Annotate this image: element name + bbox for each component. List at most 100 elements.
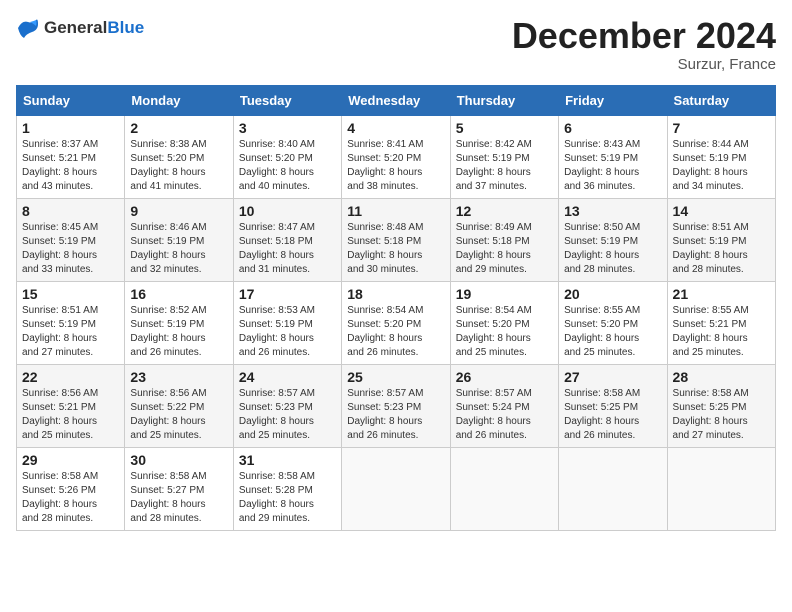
day-cell: 19Sunrise: 8:54 AM Sunset: 5:20 PM Dayli…	[450, 281, 558, 364]
day-cell: 7 Sunrise: 8:44 AM Sunset: 5:19 PM Daylig…	[667, 115, 775, 198]
day-detail: Sunrise: 8:42 AM Sunset: 5:19 PM Dayligh…	[456, 138, 553, 194]
day-detail: Sunrise: 8:56 AM Sunset: 5:21 PM Dayligh…	[22, 387, 119, 443]
day-number: 24	[239, 369, 336, 385]
calendar-week-row: 22Sunrise: 8:56 AM Sunset: 5:21 PM Dayli…	[17, 364, 776, 447]
day-cell: 31Sunrise: 8:58 AM Sunset: 5:28 PM Dayli…	[233, 447, 341, 530]
day-number: 29	[22, 452, 119, 468]
weekday-header-cell: Sunday	[17, 85, 125, 115]
day-cell: 3 Sunrise: 8:40 AM Sunset: 5:20 PM Daylig…	[233, 115, 341, 198]
day-cell: 15 Sunrise: 8:51 AM Sunset: 5:19 PM Dayli…	[17, 281, 125, 364]
day-number: 23	[130, 369, 227, 385]
day-number: 30	[130, 452, 227, 468]
day-cell: 21 Sunrise: 8:55 AM Sunset: 5:21 PM Dayli…	[667, 281, 775, 364]
day-number: 10	[239, 203, 336, 219]
empty-cell	[450, 447, 558, 530]
empty-cell	[342, 447, 450, 530]
calendar-week-row: 1 Sunrise: 8:37 AM Sunset: 5:21 PM Daylig…	[17, 115, 776, 198]
empty-cell	[559, 447, 667, 530]
day-detail: Sunrise: 8:43 AM Sunset: 5:19 PM Dayligh…	[564, 138, 661, 194]
day-number: 28	[673, 369, 770, 385]
day-number: 7	[673, 120, 770, 136]
calendar-table: SundayMondayTuesdayWednesdayThursdayFrid…	[16, 85, 776, 531]
day-cell: 25 Sunrise: 8:57 AM Sunset: 5:23 PM Dayli…	[342, 364, 450, 447]
day-cell: 10 Sunrise: 8:47 AM Sunset: 5:18 PM Dayli…	[233, 198, 341, 281]
day-cell: 8 Sunrise: 8:45 AM Sunset: 5:19 PM Daylig…	[17, 198, 125, 281]
day-detail: Sunrise: 8:58 AM Sunset: 5:25 PM Dayligh…	[564, 387, 661, 443]
day-number: 15	[22, 286, 119, 302]
day-number: 5	[456, 120, 553, 136]
day-number: 17	[239, 286, 336, 302]
calendar-week-row: 15 Sunrise: 8:51 AM Sunset: 5:19 PM Dayli…	[17, 281, 776, 364]
day-number: 26	[456, 369, 553, 385]
day-detail: Sunrise: 8:51 AM Sunset: 5:19 PM Dayligh…	[673, 221, 770, 277]
day-number: 14	[673, 203, 770, 219]
day-detail: Sunrise: 8:50 AM Sunset: 5:19 PM Dayligh…	[564, 221, 661, 277]
day-number: 2	[130, 120, 227, 136]
weekday-header-cell: Friday	[559, 85, 667, 115]
day-cell: 14 Sunrise: 8:51 AM Sunset: 5:19 PM Dayli…	[667, 198, 775, 281]
logo-icon	[16, 16, 40, 40]
day-cell: 9 Sunrise: 8:46 AM Sunset: 5:19 PM Daylig…	[125, 198, 233, 281]
day-detail: Sunrise: 8:53 AM Sunset: 5:19 PM Dayligh…	[239, 304, 336, 360]
empty-cell	[667, 447, 775, 530]
weekday-header-cell: Saturday	[667, 85, 775, 115]
calendar-week-row: 8 Sunrise: 8:45 AM Sunset: 5:19 PM Daylig…	[17, 198, 776, 281]
day-number: 12	[456, 203, 553, 219]
day-cell: 5 Sunrise: 8:42 AM Sunset: 5:19 PM Daylig…	[450, 115, 558, 198]
day-detail: Sunrise: 8:41 AM Sunset: 5:20 PM Dayligh…	[347, 138, 444, 194]
page-header: GeneralBlue December 2024 Surzur, France	[16, 16, 776, 73]
day-detail: Sunrise: 8:40 AM Sunset: 5:20 PM Dayligh…	[239, 138, 336, 194]
calendar-body: 1 Sunrise: 8:37 AM Sunset: 5:21 PM Daylig…	[17, 115, 776, 530]
day-detail: Sunrise: 8:51 AM Sunset: 5:19 PM Dayligh…	[22, 304, 119, 360]
day-number: 1	[22, 120, 119, 136]
day-cell: 24 Sunrise: 8:57 AM Sunset: 5:23 PM Dayli…	[233, 364, 341, 447]
calendar-week-row: 29 Sunrise: 8:58 AM Sunset: 5:26 PM Dayli…	[17, 447, 776, 530]
day-detail: Sunrise: 8:37 AM Sunset: 5:21 PM Dayligh…	[22, 138, 119, 194]
day-number: 25	[347, 369, 444, 385]
day-detail: Sunrise: 8:57 AM Sunset: 5:24 PM Dayligh…	[456, 387, 553, 443]
day-detail: Sunrise: 8:58 AM Sunset: 5:25 PM Dayligh…	[673, 387, 770, 443]
day-detail: Sunrise: 8:38 AM Sunset: 5:20 PM Dayligh…	[130, 138, 227, 194]
day-detail: Sunrise: 8:55 AM Sunset: 5:20 PM Dayligh…	[564, 304, 661, 360]
day-detail: Sunrise: 8:55 AM Sunset: 5:21 PM Dayligh…	[673, 304, 770, 360]
month-title: December 2024	[512, 16, 776, 56]
day-number: 11	[347, 203, 444, 219]
day-detail: Sunrise: 8:57 AM Sunset: 5:23 PM Dayligh…	[347, 387, 444, 443]
day-detail: Sunrise: 8:54 AM Sunset: 5:20 PM Dayligh…	[347, 304, 444, 360]
day-cell: 28 Sunrise: 8:58 AM Sunset: 5:25 PM Dayli…	[667, 364, 775, 447]
day-cell: 20 Sunrise: 8:55 AM Sunset: 5:20 PM Dayli…	[559, 281, 667, 364]
day-cell: 13Sunrise: 8:50 AM Sunset: 5:19 PM Dayli…	[559, 198, 667, 281]
day-detail: Sunrise: 8:58 AM Sunset: 5:26 PM Dayligh…	[22, 470, 119, 526]
day-cell: 30Sunrise: 8:58 AM Sunset: 5:27 PM Dayli…	[125, 447, 233, 530]
day-cell: 18 Sunrise: 8:54 AM Sunset: 5:20 PM Dayli…	[342, 281, 450, 364]
day-cell: 2 Sunrise: 8:38 AM Sunset: 5:20 PM Daylig…	[125, 115, 233, 198]
day-cell: 16Sunrise: 8:52 AM Sunset: 5:19 PM Dayli…	[125, 281, 233, 364]
day-number: 4	[347, 120, 444, 136]
weekday-header-row: SundayMondayTuesdayWednesdayThursdayFrid…	[17, 85, 776, 115]
calendar-title-area: December 2024 Surzur, France	[512, 16, 776, 73]
day-cell: 11 Sunrise: 8:48 AM Sunset: 5:18 PM Dayli…	[342, 198, 450, 281]
day-detail: Sunrise: 8:58 AM Sunset: 5:28 PM Dayligh…	[239, 470, 336, 526]
day-number: 20	[564, 286, 661, 302]
day-number: 18	[347, 286, 444, 302]
day-detail: Sunrise: 8:57 AM Sunset: 5:23 PM Dayligh…	[239, 387, 336, 443]
day-number: 9	[130, 203, 227, 219]
location-title: Surzur, France	[512, 56, 776, 73]
weekday-header-cell: Monday	[125, 85, 233, 115]
day-cell: 12Sunrise: 8:49 AM Sunset: 5:18 PM Dayli…	[450, 198, 558, 281]
weekday-header-cell: Wednesday	[342, 85, 450, 115]
day-cell: 23Sunrise: 8:56 AM Sunset: 5:22 PM Dayli…	[125, 364, 233, 447]
day-detail: Sunrise: 8:47 AM Sunset: 5:18 PM Dayligh…	[239, 221, 336, 277]
day-detail: Sunrise: 8:46 AM Sunset: 5:19 PM Dayligh…	[130, 221, 227, 277]
day-cell: 17 Sunrise: 8:53 AM Sunset: 5:19 PM Dayli…	[233, 281, 341, 364]
day-number: 3	[239, 120, 336, 136]
day-number: 21	[673, 286, 770, 302]
day-cell: 29 Sunrise: 8:58 AM Sunset: 5:26 PM Dayli…	[17, 447, 125, 530]
day-detail: Sunrise: 8:44 AM Sunset: 5:19 PM Dayligh…	[673, 138, 770, 194]
day-number: 27	[564, 369, 661, 385]
day-number: 16	[130, 286, 227, 302]
day-number: 8	[22, 203, 119, 219]
day-detail: Sunrise: 8:54 AM Sunset: 5:20 PM Dayligh…	[456, 304, 553, 360]
day-detail: Sunrise: 8:48 AM Sunset: 5:18 PM Dayligh…	[347, 221, 444, 277]
day-detail: Sunrise: 8:45 AM Sunset: 5:19 PM Dayligh…	[22, 221, 119, 277]
